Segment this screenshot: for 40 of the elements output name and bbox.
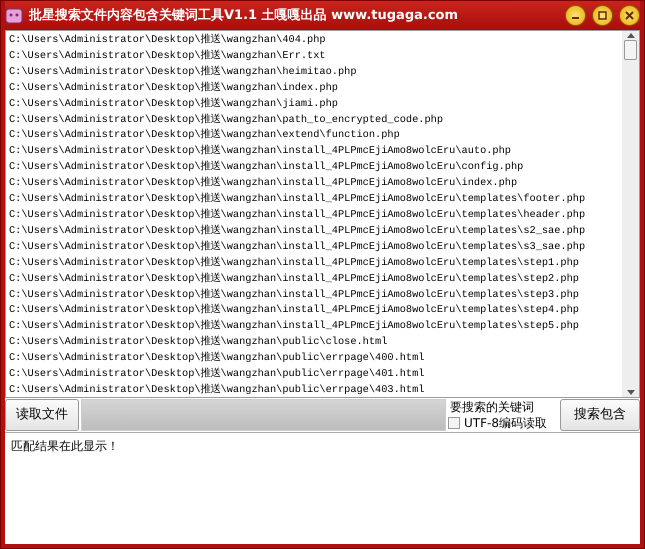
result-text: 匹配结果在此显示！: [11, 439, 119, 453]
close-icon: [625, 11, 634, 20]
file-path: C:\Users\Administrator\Desktop\推送\wangzhan\extend\function.php: [9, 128, 401, 144]
file-path: C:\Users\Administrator\Desktop\推送\wangzhan\install_4PLPmcEjiAmo8wolcEru\templates\step4.php: [9, 303, 580, 318]
file-path: C:\Users\Administrator\Desktop\推送\wangzhan\public\close.html: [9, 335, 388, 350]
file-path: C:\Users\Administrator\Desktop\推送\wangzhan\404.php: [9, 33, 327, 48]
file-path: C:\Users\Administrator\Desktop\推送\wangzhan\install_4PLPmcEjiAmo8wolcEru\config.php: [9, 160, 524, 176]
minimize-button[interactable]: [565, 5, 586, 26]
file-path: C:\Users\Administrator\Desktop\推送\wangzhan\install_4PLPmcEjiAmo8wolcEru\templates\s2_sae.php: [9, 224, 586, 239]
scroll-down-icon[interactable]: [626, 390, 634, 395]
file-path: C:\Users\Administrator\Desktop\推送\wangzhan\install_4PLPmcEjiAmo8wolcEru\index.php: [9, 176, 518, 192]
file-path: C:\Users\Administrator\Desktop\推送\wangzhan\heimitao.php: [9, 64, 358, 80]
file-path: C:\Users\Administrator\Desktop\推送\wangzhan\install_4PLPmcEjiAmo8wolcEru\templates\step3.php: [9, 288, 580, 302]
file-path: C:\Users\Administrator\Desktop\推送\wangzhan\Err.txt: [9, 48, 327, 64]
file-path: C:\Users\Administrator\Desktop\推送\wangzhan\public\errpage\403.html: [9, 382, 426, 397]
file-path: C:\Users\Administrator\Desktop\推送\wangzhan\install_4PLPmcEjiAmo8wolcEru\templates\step5.php: [9, 319, 580, 334]
file-path: C:\Users\Administrator\Desktop\推送\wangzhan\install_4PLPmcEjiAmo8wolcEru\templates\step1.php: [9, 256, 580, 271]
maximize-button[interactable]: [592, 5, 613, 26]
file-path: C:\Users\Administrator\Desktop\推送\wangzhan\public\errpage\400.html: [9, 351, 426, 366]
scrollbar-thumb[interactable]: [624, 40, 637, 60]
file-path: C:\Users\Administrator\Desktop\推送\wangzhan\install_4PLPmcEjiAmo8wolcEru\templates\footer.php: [9, 192, 586, 208]
app-icon: [5, 8, 23, 24]
scroll-up-icon[interactable]: [626, 33, 634, 38]
search-button[interactable]: 搜索包含: [560, 399, 640, 431]
maximize-icon: [598, 11, 607, 20]
file-list[interactable]: [5, 30, 640, 398]
close-button[interactable]: [619, 5, 640, 26]
file-path: C:\Users\Administrator\Desktop\推送\wangzhan\install_4PLPmcEjiAmo8wolcEru\templates\header.php: [9, 208, 586, 223]
file-path: C:\Users\Administrator\Desktop\推送\wangzhan\install_4PLPmcEjiAmo8wolcEru\templates\s3_sae.php: [9, 240, 586, 255]
file-path: C:\Users\Administrator\Desktop\推送\wangzhan\jiami.php: [9, 96, 339, 112]
window-title: 批星搜索文件内容包含关键词工具V1.1 土嘎嘎出品 www.tugaga.com: [29, 6, 458, 25]
file-path: C:\Users\Administrator\Desktop\推送\wangzhan\install_4PLPmcEjiAmo8wolcEru\templates\step2.php: [9, 272, 580, 287]
utf8-checkbox[interactable]: UTF-8编码读取: [448, 414, 558, 432]
read-file-button[interactable]: 读取文件: [5, 399, 79, 431]
scrollbar[interactable]: [622, 31, 639, 397]
file-path: C:\Users\Administrator\Desktop\推送\wangzhan\path_to_encrypted_code.php: [9, 112, 444, 128]
file-path: C:\Users\Administrator\Desktop\推送\wangzhan\public\errpage\401.html: [9, 367, 426, 382]
file-path: C:\Users\Administrator\Desktop\推送\wangzhan\install_4PLPmcEjiAmo8wolcEru\auto.php: [9, 144, 512, 160]
path-field[interactable]: [81, 399, 446, 431]
file-path: C:\Users\Administrator\Desktop\推送\wangzhan\index.php: [9, 80, 339, 96]
